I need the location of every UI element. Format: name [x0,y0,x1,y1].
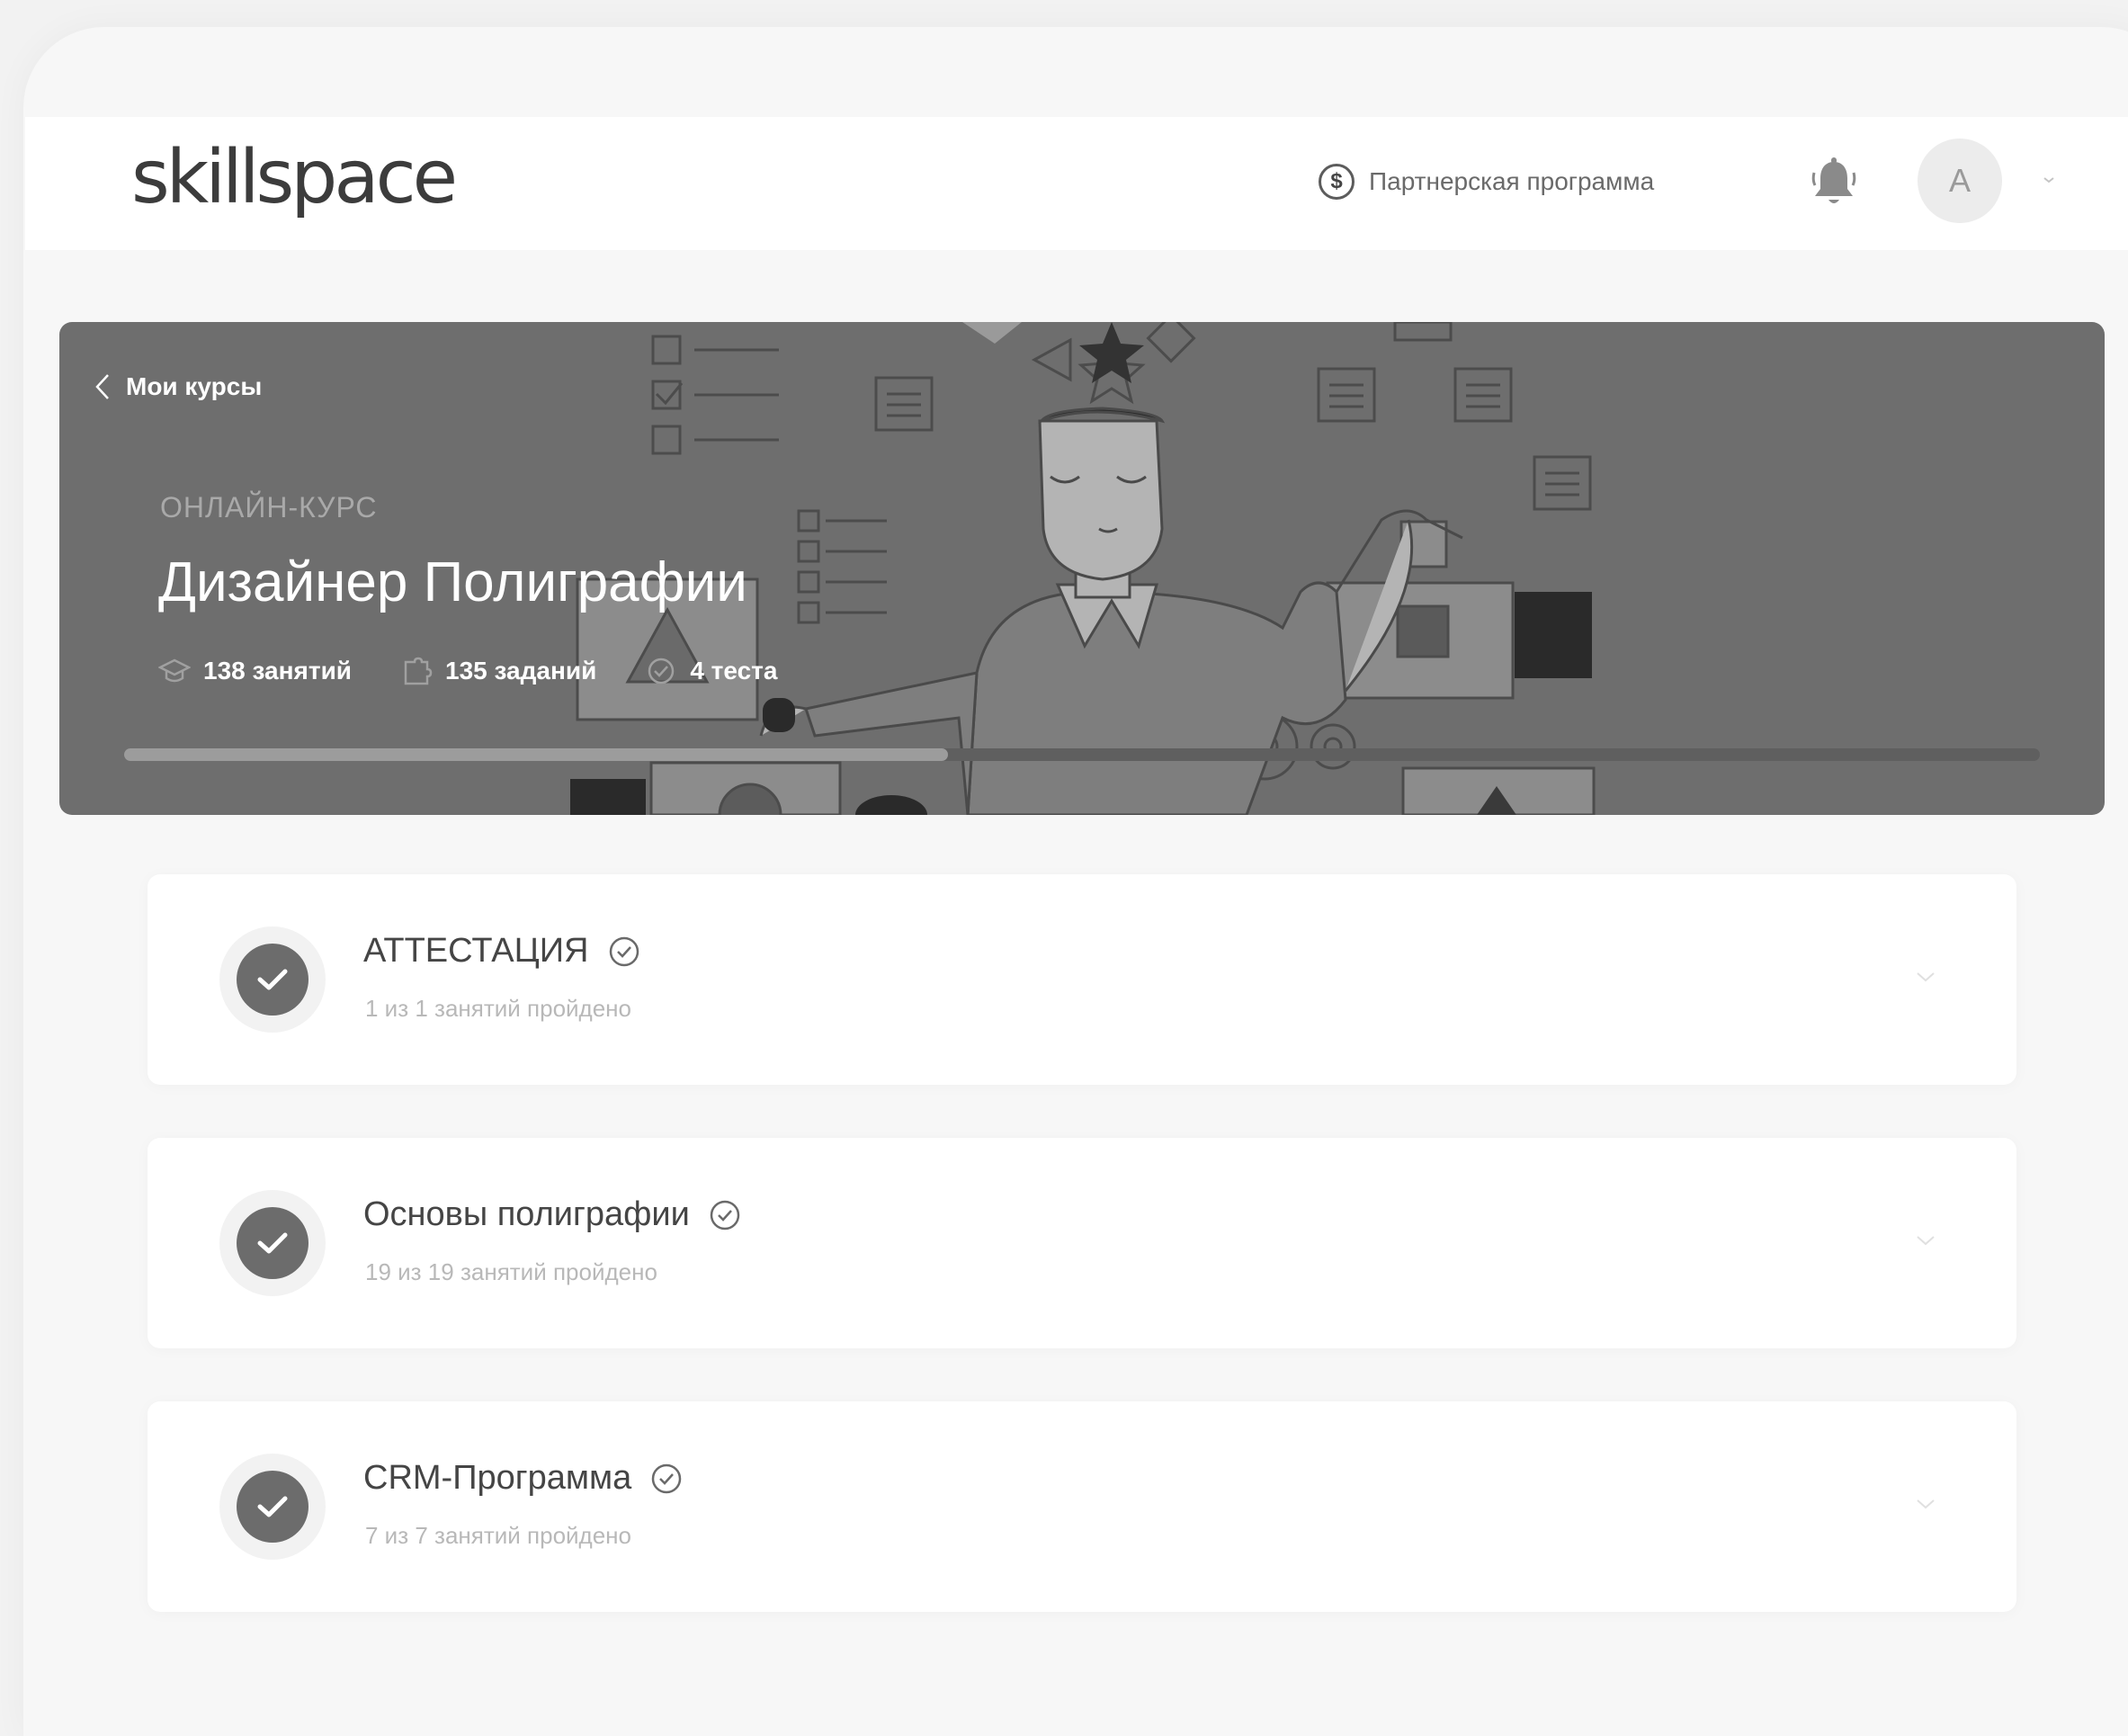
stat-tests-text: 4 теста [690,657,778,685]
module-progress-text: 19 из 19 занятий пройдено [365,1258,657,1285]
chevron-left-icon [95,374,109,399]
back-to-my-courses-link[interactable]: Мои курсы [94,372,262,401]
stat-tasks: 135 заданий [400,657,596,685]
dollar-circle-icon: $ [1319,164,1355,200]
module-card-crm-program[interactable]: CRM-Программа 7 из 7 занятий пройдено [148,1401,2016,1612]
course-progress-bar [124,748,2040,761]
module-title-row: CRM-Программа [363,1459,684,1498]
chevron-down-icon[interactable] [1914,1495,1937,1513]
course-banner: Мои курсы ОНЛАЙН-КУРС Дизайнер Полиграфи… [59,322,2105,815]
partner-program-link[interactable]: $ Партнерская программа [1319,164,1654,200]
puzzle-icon [404,657,433,685]
module-title-row: Основы полиграфии [363,1195,742,1234]
verified-badge-icon [710,1200,740,1230]
partner-program-label: Партнерская программа [1369,167,1655,195]
module-status [219,1190,326,1296]
skillspace-logo[interactable]: skillspace [131,135,458,220]
module-status [219,1454,326,1560]
chevron-down-icon[interactable] [2042,173,2056,187]
module-progress-text: 1 из 1 занятий пройдено [365,995,632,1022]
stat-lessons-text: 138 занятий [203,657,353,685]
check-circle-icon [648,658,675,685]
module-title-row: АТТЕСТАЦИЯ [363,932,641,971]
course-type-label: ОНЛАЙН-КУРС [160,491,378,523]
module-progress-text: 7 из 7 занятий пройдено [365,1522,632,1549]
verified-badge-icon [609,936,639,966]
course-stats: 138 занятий 135 заданий 4 теста [158,657,777,685]
check-icon [257,1232,288,1254]
user-avatar[interactable]: A [1918,139,2002,223]
top-header: skillspace $ Партнерская программа A [25,117,2128,250]
graduation-cap-icon [158,658,191,683]
stat-tests: 4 теста [645,657,777,685]
back-link-label: Мои курсы [126,372,263,400]
module-title: CRM-Программа [363,1459,632,1497]
course-progress-fill [124,748,948,761]
stat-lessons: 138 занятий [158,657,352,685]
chevron-down-icon[interactable] [1914,968,1937,986]
chevron-down-icon[interactable] [1914,1231,1937,1249]
module-title: Основы полиграфии [363,1195,690,1233]
module-title: АТТЕСТАЦИЯ [363,932,589,970]
notification-bell-icon[interactable] [1811,157,1856,207]
stat-tasks-text: 135 заданий [445,657,597,685]
check-icon [257,969,288,990]
module-card-printing-basics[interactable]: Основы полиграфии 19 из 19 занятий пройд… [148,1138,2016,1348]
module-card-attestation[interactable]: АТТЕСТАЦИЯ 1 из 1 занятий пройдено [148,874,2016,1085]
module-status [219,926,326,1033]
check-icon [257,1496,288,1517]
verified-badge-icon [652,1463,682,1493]
course-title: Дизайнер Полиграфии [158,551,747,613]
